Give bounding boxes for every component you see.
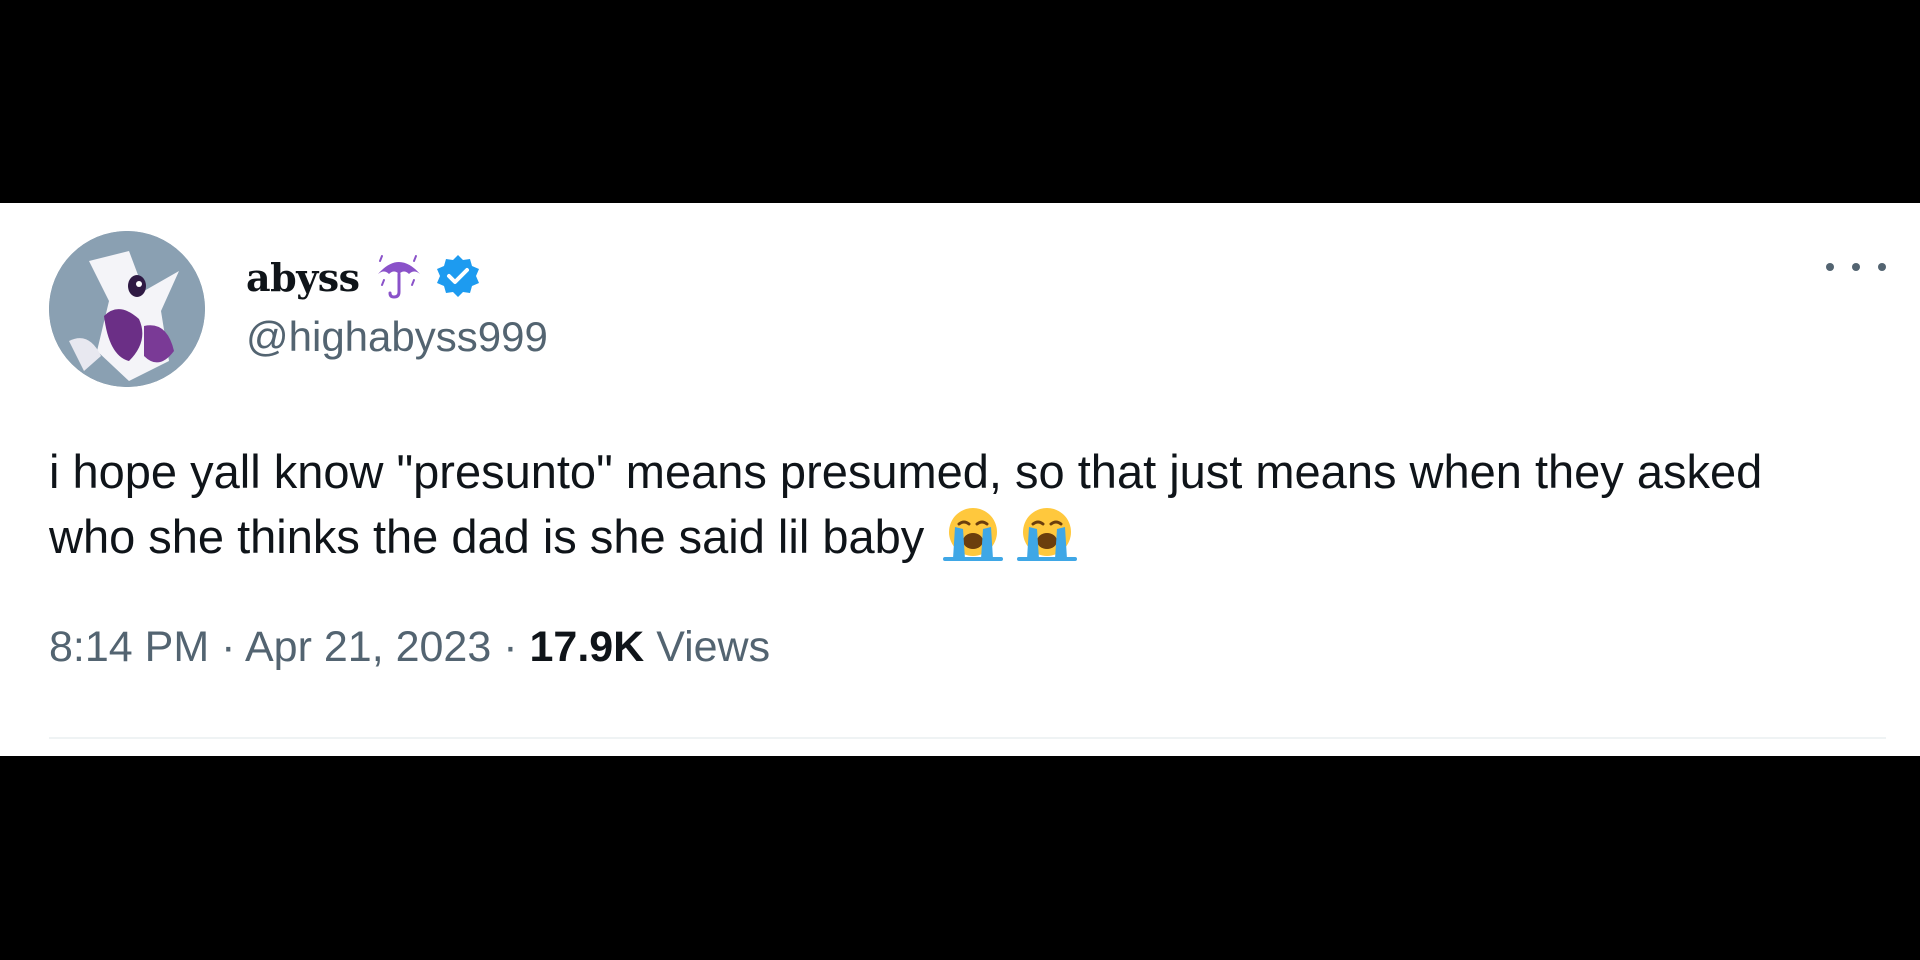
views-label: Views bbox=[656, 623, 771, 671]
verified-badge-icon bbox=[434, 253, 482, 301]
more-options-button[interactable] bbox=[1826, 247, 1886, 287]
tweet-metadata: 8:14 PM · Apr 21, 2023 · 17.9K Views bbox=[49, 623, 770, 672]
display-name-row[interactable]: abyss bbox=[246, 249, 482, 305]
tweet-text: i hope yall know "presunto" means presum… bbox=[49, 439, 1849, 569]
tweet-date[interactable]: Apr 21, 2023 bbox=[245, 623, 491, 671]
views-count: 17.9K bbox=[529, 623, 645, 671]
divider bbox=[49, 737, 1886, 739]
user-handle[interactable]: @highabyss999 bbox=[246, 313, 548, 361]
umbrella-with-rain-icon bbox=[372, 250, 426, 304]
meta-separator: · bbox=[503, 623, 518, 671]
tweet-card: abyss @highabyss999 i hope yall know "pr… bbox=[0, 203, 1920, 756]
loudly-crying-face-icon bbox=[1011, 507, 1083, 561]
tweet-time[interactable]: 8:14 PM bbox=[49, 623, 209, 671]
display-name[interactable]: abyss bbox=[246, 255, 360, 300]
more-options-icon bbox=[1826, 263, 1834, 271]
avatar[interactable] bbox=[49, 231, 205, 387]
meta-separator: · bbox=[221, 623, 236, 671]
tweet-body: i hope yall know "presunto" means presum… bbox=[49, 445, 1763, 563]
more-options-dot bbox=[1852, 263, 1860, 271]
loudly-crying-face-icon bbox=[937, 507, 1009, 561]
more-options-dot bbox=[1878, 263, 1886, 271]
avatar-image bbox=[49, 231, 205, 387]
